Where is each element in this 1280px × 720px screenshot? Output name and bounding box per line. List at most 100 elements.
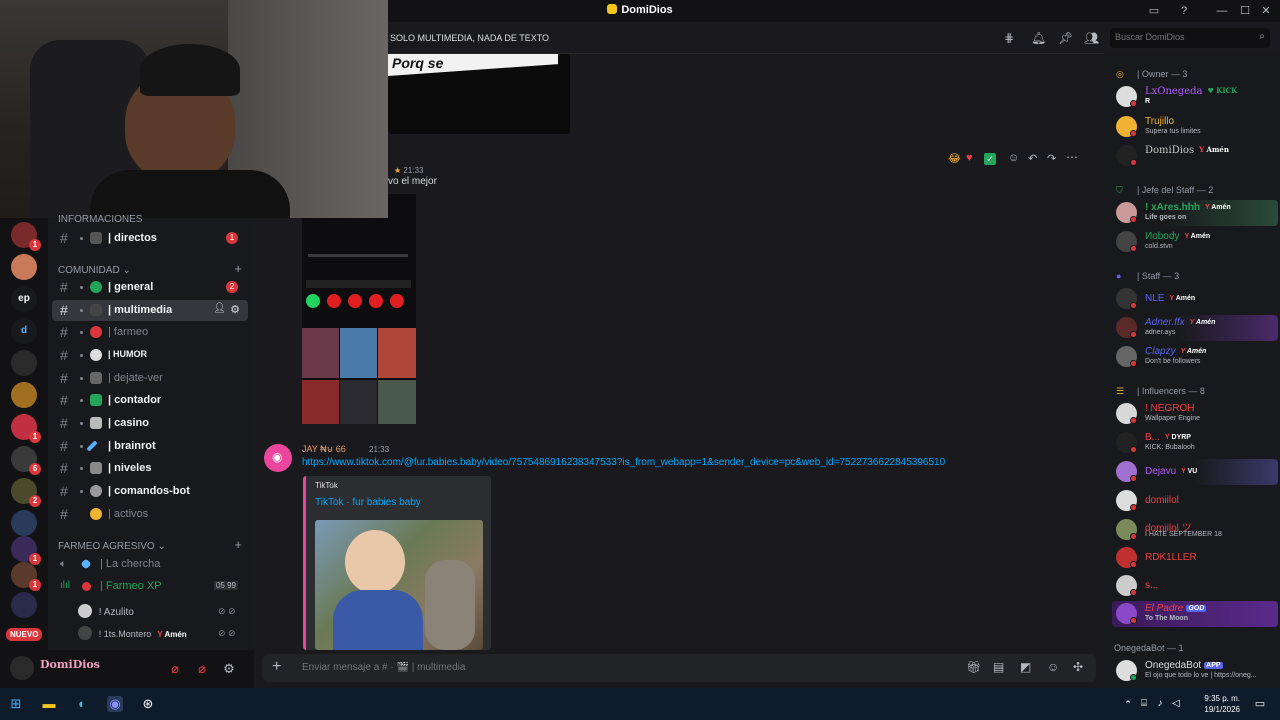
- category-farmeo-agresivo[interactable]: FARMEO AGRESIVO ⌄: [58, 541, 166, 552]
- server-icon[interactable]: 1: [11, 536, 41, 565]
- add-reaction-icon[interactable]: ☺: [1008, 152, 1019, 164]
- channel-comandos-bot[interactable]: # | comandos-bot: [52, 481, 248, 502]
- channel-general[interactable]: # | general 2: [52, 277, 248, 298]
- gift-icon[interactable]: 🎁︎: [966, 660, 981, 674]
- close-button[interactable]: ✕: [1258, 3, 1274, 19]
- server-icon[interactable]: [11, 350, 37, 376]
- server-icon[interactable]: 1: [11, 414, 41, 443]
- link-embed[interactable]: TikTok TikTok · fur babies baby: [303, 476, 491, 650]
- help-icon[interactable]: ?: [1176, 3, 1192, 19]
- windows-start-icon[interactable]: ⊞: [8, 696, 24, 712]
- clock[interactable]: 9:35 p. m. 19/1/2026: [1192, 693, 1240, 715]
- message-image[interactable]: Porq se: [388, 54, 570, 134]
- server-icon[interactable]: 1: [11, 222, 41, 251]
- channel-multimedia[interactable]: # | multimedia 👤︎ ⚙: [52, 300, 248, 321]
- minimize-button[interactable]: —: [1214, 3, 1230, 19]
- member-item[interactable]: Clapzy Y Amén Don't be followers: [1112, 344, 1278, 370]
- server-icon[interactable]: 1: [11, 562, 41, 591]
- category-comunidad[interactable]: COMUNIDAD ⌄: [58, 265, 131, 276]
- server-icon[interactable]: [11, 592, 37, 618]
- network-icon[interactable]: ⌸: [1136, 696, 1152, 712]
- server-icon[interactable]: 6: [11, 446, 41, 475]
- member-item[interactable]: Dejavu Y VU: [1112, 459, 1278, 485]
- server-icon[interactable]: 2: [11, 478, 41, 507]
- member-item[interactable]: NLE Y Amén: [1112, 286, 1278, 312]
- plus-icon[interactable]: +: [272, 658, 281, 676]
- pin-icon[interactable]: 📌︎: [1058, 31, 1073, 45]
- attachment-image[interactable]: [302, 194, 416, 424]
- volume-icon[interactable]: ◁: [1168, 696, 1184, 712]
- member-item[interactable]: B... Y DYRP KICK: Bubalooh: [1112, 430, 1278, 456]
- discord-icon[interactable]: ◉: [107, 696, 123, 712]
- avatar[interactable]: [10, 656, 34, 680]
- channel-humor[interactable]: # | HUMOR: [52, 345, 248, 366]
- apps-icon[interactable]: ✣: [1073, 660, 1083, 674]
- member-item[interactable]: ! xAres.hhh Y Amén Life goes on: [1112, 200, 1278, 226]
- server-icon[interactable]: d: [11, 318, 37, 344]
- member-item[interactable]: RDK1LLER: [1112, 545, 1278, 571]
- voice-channel-la-chercha[interactable]: 🔈︎ | La chercha: [52, 554, 248, 575]
- search-input[interactable]: [1115, 32, 1250, 42]
- sticker-icon[interactable]: ◩: [1020, 660, 1031, 674]
- channel-brainrot[interactable]: # | brainrot: [52, 436, 248, 457]
- server-icon[interactable]: [11, 382, 37, 408]
- category-informaciones[interactable]: INFORMACIONES: [58, 214, 142, 225]
- message-composer[interactable]: + 🎁︎ ▤ ◩ ☺ ✣: [262, 654, 1096, 682]
- threads-icon[interactable]: ⋕: [1004, 31, 1014, 45]
- edge-icon[interactable]: ◐: [74, 696, 90, 712]
- gear-icon[interactable]: ⚙: [230, 303, 240, 316]
- file-explorer-icon[interactable]: ▬: [41, 696, 57, 712]
- search-box[interactable]: ⌕: [1110, 28, 1270, 48]
- member-item[interactable]: LxOnegeda ♥ KICK R: [1112, 84, 1278, 110]
- server-icon[interactable]: [11, 510, 37, 536]
- notifications-icon[interactable]: ▭: [1252, 696, 1268, 712]
- headphones-muted-icon[interactable]: ⌀: [193, 660, 211, 678]
- member-list-icon[interactable]: 👥︎: [1084, 31, 1099, 45]
- member-item[interactable]: Adner.ffx Y Amén adner.ays: [1112, 315, 1278, 341]
- channel-contador[interactable]: # | contador: [52, 390, 248, 411]
- add-channel-icon[interactable]: +: [234, 537, 242, 552]
- more-icon[interactable]: ⋯: [1066, 150, 1078, 164]
- username[interactable]: DomiDios: [40, 658, 100, 671]
- member-item[interactable]: domiilol ツI HATE SEPTEMBER 18: [1112, 517, 1278, 543]
- embed-title[interactable]: TikTok · fur babies baby: [315, 497, 421, 508]
- inbox-icon[interactable]: ▭: [1146, 3, 1162, 19]
- message-author[interactable]: JAY ₦⊍ 66: [302, 444, 346, 455]
- channel-niveles[interactable]: # | niveles: [52, 458, 248, 479]
- server-icon[interactable]: [11, 254, 37, 280]
- invite-icon[interactable]: 👤︎: [213, 303, 226, 314]
- channel-activos[interactable]: # | activos: [52, 504, 248, 525]
- embed-thumbnail[interactable]: [315, 520, 483, 650]
- server-icon[interactable]: ep: [11, 286, 37, 312]
- member-item[interactable]: DomiDios Y Amén: [1112, 143, 1278, 169]
- reply-icon[interactable]: ↶: [1028, 152, 1037, 165]
- message-link[interactable]: https://www.tiktok.com/@fur.babies.baby/…: [302, 457, 1002, 468]
- channel-casino[interactable]: # | casino: [52, 413, 248, 434]
- app-icon[interactable]: ⊛: [140, 696, 156, 712]
- heart-reaction-icon[interactable]: ♥: [966, 152, 973, 164]
- message-input[interactable]: [302, 662, 502, 673]
- emoji-icon[interactable]: ☺: [1047, 660, 1059, 674]
- channel-dejate-ver[interactable]: # | dejate-ver: [52, 368, 248, 389]
- bell-icon[interactable]: 🔔︎: [1031, 31, 1046, 45]
- avatar[interactable]: ◉: [264, 444, 292, 472]
- member-item[interactable]: Иobody Y Amén cold.stvn: [1112, 229, 1278, 255]
- voice-channel-farmeo-xp[interactable]: ılıl | Farmeo XP 05 99: [52, 576, 248, 597]
- add-channel-icon[interactable]: +: [234, 261, 242, 276]
- member-item[interactable]: OnegedaBot APP El ojo que todo lo ve | htt…: [1112, 658, 1278, 684]
- gif-icon[interactable]: ▤: [993, 660, 1004, 674]
- voice-user[interactable]: ! 1ts.Montero Y Amén: [78, 626, 187, 640]
- settings-gear-icon[interactable]: ⚙: [220, 660, 238, 678]
- member-item[interactable]: Trujillo Supera tus limites: [1112, 114, 1278, 140]
- member-item[interactable]: s...: [1112, 573, 1278, 599]
- member-item[interactable]: domiilol: [1112, 488, 1278, 514]
- check-reaction-icon[interactable]: ✓: [984, 153, 996, 165]
- maximize-button[interactable]: ☐: [1237, 3, 1253, 19]
- channel-farmeo[interactable]: # | farmeo: [52, 322, 248, 343]
- channel-directos[interactable]: # | directos 1: [52, 228, 248, 249]
- forward-icon[interactable]: ↷: [1047, 152, 1056, 165]
- mic-muted-icon[interactable]: ⌀: [166, 660, 184, 678]
- voice-user[interactable]: ! Azulito: [78, 604, 134, 618]
- member-item[interactable]: ! NEGROH Wallpaper Engine: [1112, 401, 1278, 427]
- mic-icon[interactable]: ♪: [1152, 696, 1168, 712]
